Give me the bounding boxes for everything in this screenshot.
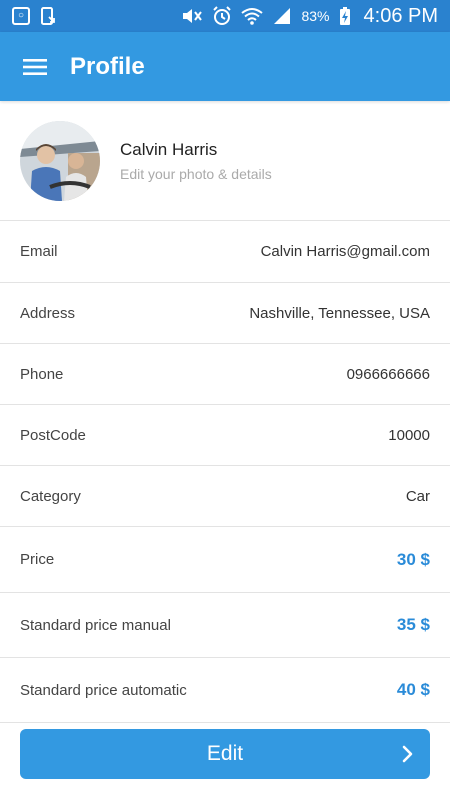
signal-icon — [274, 8, 291, 24]
battery-percent: 83% — [301, 8, 330, 24]
list-item-standard-price-automatic: Standard price automatic 40 $ — [0, 658, 450, 723]
status-bar: ○ 83% 4:06 PM — [0, 0, 450, 32]
edit-button-label: Edit — [206, 742, 244, 765]
list-item-standard-price-manual: Standard price manual 35 $ — [0, 593, 450, 658]
list-item-email: Email Calvin Harris@gmail.com — [0, 221, 450, 283]
standard-price-manual-label: Standard price manual — [20, 616, 171, 634]
standard-price-automatic-label: Standard price automatic — [20, 681, 187, 699]
profile-details-list: Email Calvin Harris@gmail.com Address Na… — [0, 221, 450, 723]
phone-download-icon — [41, 7, 55, 25]
wifi-icon — [241, 8, 264, 25]
phone-label: Phone — [20, 365, 64, 383]
category-label: Category — [20, 487, 81, 505]
profile-name: Calvin Harris — [120, 139, 218, 159]
list-item-postcode: PostCode 10000 — [0, 405, 450, 466]
standard-price-manual-value: 35 $ — [396, 615, 430, 634]
edit-button[interactable]: Edit — [20, 729, 430, 779]
profile-subtitle: Edit your photo & details — [120, 165, 272, 182]
alarm-icon — [213, 6, 232, 25]
page-title: Profile — [70, 52, 145, 80]
price-value: 30 $ — [396, 549, 430, 569]
email-value: Calvin Harris@gmail.com — [260, 243, 430, 260]
postcode-label: PostCode — [20, 426, 86, 444]
postcode-value: 10000 — [388, 426, 430, 444]
chevron-right-icon — [402, 745, 413, 763]
list-item-address: Address Nashville, Tennessee, USA — [0, 283, 450, 344]
standard-price-automatic-value: 40 $ — [396, 680, 430, 699]
avatar[interactable] — [20, 120, 100, 201]
address-label: Address — [20, 304, 76, 322]
app-bar: Profile — [0, 32, 450, 101]
email-label: Email — [20, 243, 58, 260]
category-value: Car — [405, 487, 430, 505]
notification-icon: ○ — [12, 7, 30, 25]
list-item-category: Category Car — [0, 466, 450, 527]
hamburger-icon — [23, 58, 47, 75]
menu-button[interactable] — [0, 32, 70, 101]
list-item-phone: Phone 0966666666 — [0, 344, 450, 405]
list-item-price: Price 30 $ — [0, 527, 450, 593]
price-label: Price — [20, 551, 55, 568]
profile-header[interactable]: Calvin Harris Edit your photo & details — [0, 101, 450, 221]
clock: 4:06 PM — [363, 4, 438, 27]
phone-value: 0966666666 — [346, 365, 430, 383]
battery-charging-icon — [339, 7, 350, 25]
address-value: Nashville, Tennessee, USA — [249, 304, 430, 322]
mute-icon — [183, 9, 203, 23]
